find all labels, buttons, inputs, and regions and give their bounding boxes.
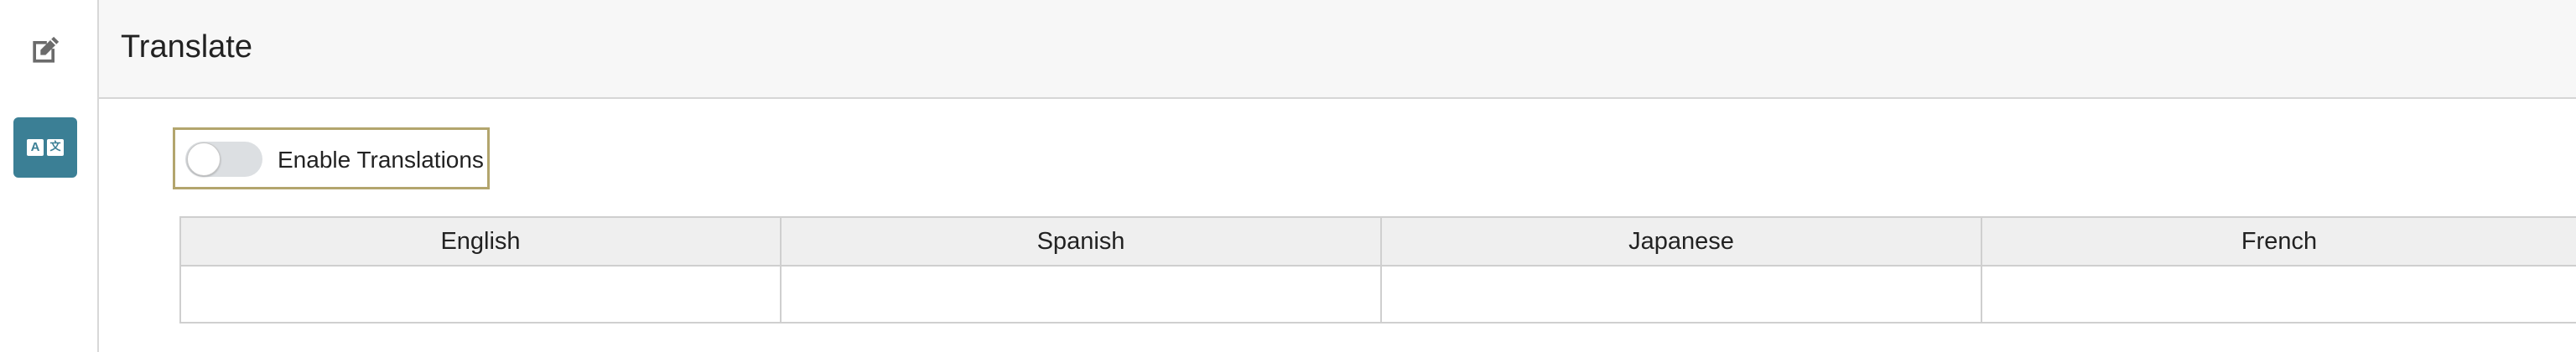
- page-header: Translate: [99, 0, 2576, 99]
- cell-english[interactable]: [179, 265, 782, 324]
- translations-table: English Spanish Japanese French: [179, 216, 2576, 324]
- edit-icon: [33, 36, 60, 63]
- table-header-row: English Spanish Japanese French: [179, 216, 2576, 267]
- translate-icon-cjk: 文: [47, 139, 64, 156]
- toggle-knob: [187, 142, 221, 176]
- column-header-french: French: [1981, 216, 2576, 267]
- column-header-spanish: Spanish: [780, 216, 1382, 267]
- translate-icon-latin: A: [27, 139, 44, 156]
- translate-button[interactable]: A 文: [13, 117, 77, 178]
- toggle-switch[interactable]: [185, 142, 262, 177]
- toggle-label: Enable Translations: [278, 147, 484, 173]
- enable-translations-toggle[interactable]: Enable Translations: [173, 127, 490, 189]
- column-header-japanese: Japanese: [1380, 216, 1982, 267]
- left-rail: A 文: [0, 0, 99, 352]
- translate-app: A 文 Translate Enable Translations Englis…: [0, 0, 2576, 352]
- table-row: [179, 265, 2576, 324]
- cell-spanish[interactable]: [780, 265, 1382, 324]
- cell-japanese[interactable]: [1380, 265, 1982, 324]
- translate-icon: A 文: [27, 139, 64, 156]
- cell-french[interactable]: [1981, 265, 2576, 324]
- column-header-english: English: [179, 216, 782, 267]
- page-title: Translate: [121, 29, 252, 65]
- edit-button[interactable]: [13, 20, 77, 80]
